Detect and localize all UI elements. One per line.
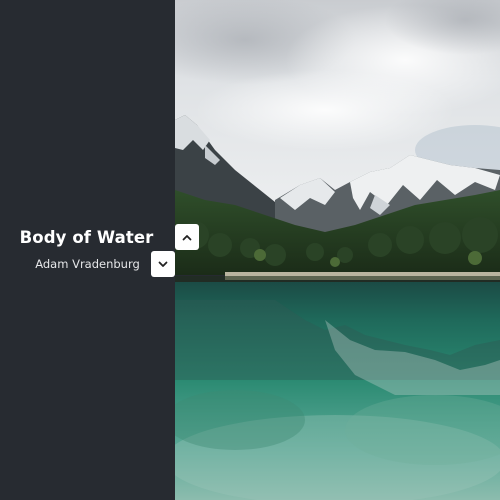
slide-caption-panel: Body of Water Adam Vradenburg (0, 0, 175, 500)
slide-author: Adam Vradenburg (35, 257, 140, 271)
slide-image (175, 0, 500, 500)
previous-slide-button[interactable] (175, 224, 199, 250)
chevron-down-icon (158, 261, 168, 267)
slider: Body of Water Adam Vradenburg (0, 0, 500, 500)
lake-mountain-photo (175, 0, 500, 500)
chevron-up-icon (182, 234, 192, 240)
next-slide-button[interactable] (151, 251, 175, 277)
slide-title: Body of Water (19, 228, 154, 247)
